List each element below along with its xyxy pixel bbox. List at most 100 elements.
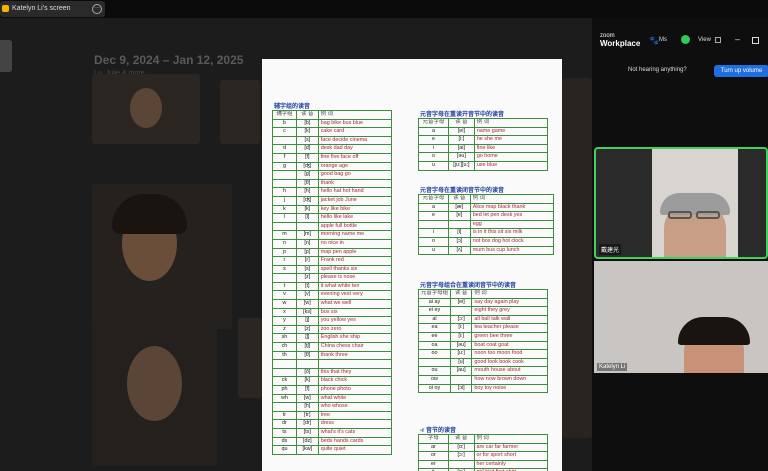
- table-cell: tea teacher please: [471, 323, 548, 333]
- table-cell: Alice map black thank: [469, 202, 555, 213]
- table-cell: b: [272, 118, 297, 129]
- table-cell: not box dog hot clock: [469, 236, 555, 247]
- view-grid-icon[interactable]: [715, 37, 721, 43]
- screen-share-tab[interactable]: Katelyn Li's screen ···: [0, 1, 105, 17]
- table-cell: th: [272, 350, 297, 361]
- table-cell: use blue: [473, 160, 549, 171]
- table-cell: [i:]: [449, 323, 473, 333]
- table-row: tr [tr] tree: [272, 410, 393, 421]
- table-header-cell: 读 音: [295, 110, 319, 120]
- table-cell: zoo zero: [317, 324, 393, 335]
- participant-video-2[interactable]: Katelyn Li: [594, 261, 768, 373]
- table-cell: ow: [418, 374, 451, 385]
- table-header-cell: 读 音: [447, 434, 475, 444]
- table-row: er her certainly: [418, 459, 549, 470]
- background-face: [130, 88, 162, 128]
- maximize-icon[interactable]: [752, 37, 759, 44]
- table-cell: u: [418, 160, 449, 171]
- table-cell: bed let pen desk yes: [469, 211, 555, 221]
- table-header-row: 元音字母组读 音例 词: [418, 289, 548, 299]
- table-header-cell: 例 词: [473, 118, 549, 128]
- table-cell: mouth house about: [471, 366, 548, 376]
- table-cell: fine like: [473, 143, 549, 154]
- table-cell: w: [272, 299, 297, 309]
- table-cell: sh: [272, 333, 297, 344]
- table-row: z [z] zoo zero: [272, 324, 393, 335]
- table-cell: evening vest very: [317, 290, 393, 301]
- background-photo: [220, 80, 260, 144]
- table-cell: [θ]: [295, 178, 319, 189]
- background-photo: [92, 326, 217, 466]
- paw-avatar-icon[interactable]: 🐾: [649, 36, 659, 45]
- table-cell: [295, 221, 319, 232]
- table-cell: [au]: [449, 366, 473, 376]
- table-row: i [i] is in it this sit six milk: [418, 228, 555, 238]
- table-header-cell: 例 词: [317, 110, 393, 120]
- table-cell: boat coat goat: [471, 340, 548, 351]
- table-cell: [t]: [295, 281, 319, 292]
- table-cell: [z]: [295, 324, 319, 335]
- table-cell: y: [272, 316, 297, 326]
- table-row: or [ɔ:] or for sport short: [418, 451, 549, 461]
- table-cell: how now brown down: [471, 374, 548, 385]
- table-cell: [dz]: [295, 436, 319, 447]
- table-cell: good bag go: [317, 170, 393, 180]
- table-row: ea [i:] tea teacher please: [418, 323, 548, 333]
- table-cell: [i]: [447, 228, 471, 238]
- table-row: w [w] what we well: [272, 299, 393, 309]
- closed-vowels-title: 元音字母在重读闭音节中的读音: [420, 188, 505, 194]
- table-cell: qu: [272, 445, 297, 455]
- table-cell: ea: [418, 323, 451, 333]
- table-cell: [e]: [447, 211, 471, 221]
- table-cell: quite quiet: [317, 445, 393, 455]
- table-cell: a: [418, 126, 449, 137]
- view-button[interactable]: View: [698, 37, 711, 43]
- consonants-table: 辅字组读 音例 词 b [b] bag bike bus blue c [k] cake c…: [272, 110, 393, 455]
- table-row: [272, 359, 393, 369]
- security-shield-icon[interactable]: [681, 35, 690, 44]
- table-cell: [k]: [295, 204, 319, 215]
- table-cell: [447, 219, 471, 230]
- table-cell: spell thanks six: [317, 264, 393, 275]
- table-cell: ar: [418, 442, 449, 453]
- table-cell: h: [272, 187, 297, 197]
- glasses-icon: [696, 211, 720, 219]
- table-cell: [ʤ]: [295, 161, 319, 172]
- participant-video-1[interactable]: 戴建光: [594, 147, 768, 259]
- minimize-icon[interactable]: –: [735, 34, 740, 44]
- table-cell: ai ay: [418, 297, 451, 308]
- more-options-icon[interactable]: ···: [92, 4, 102, 14]
- zoom-workplace-logo: zoom Workplace: [600, 32, 640, 48]
- table-cell: apple full bottle: [317, 221, 393, 232]
- table-cell: v: [272, 290, 297, 301]
- table-cell: [l]: [295, 213, 319, 223]
- user-initials[interactable]: Ms: [659, 37, 667, 43]
- table-header-cell: 读 音: [447, 118, 475, 128]
- table-cell: [272, 135, 297, 146]
- participant-name: Katelyn Li: [597, 363, 628, 371]
- table-row: oo [u:] noon too moon food: [418, 349, 548, 359]
- table-row: k [k] key like bike: [272, 204, 393, 215]
- table-cell: [k]: [295, 127, 319, 137]
- turn-up-volume-button[interactable]: Turn up volume: [714, 65, 768, 77]
- table-cell: [s]: [295, 135, 319, 146]
- table-cell: [u:]: [449, 349, 473, 359]
- table-cell: jacket job June: [317, 195, 393, 206]
- table-cell: n: [272, 238, 297, 249]
- table-cell: [tʃ]: [295, 342, 319, 352]
- table-cell: is in it this sit six milk: [469, 228, 555, 238]
- table-cell: p: [272, 247, 297, 258]
- table-row: a [ei] name game: [418, 126, 549, 137]
- table-row: ch [tʃ] China chess chair: [272, 342, 393, 352]
- table-row: e [i:] he she me: [418, 135, 549, 145]
- table-cell: o: [418, 152, 449, 162]
- table-row: y [j] you yellow yes: [272, 316, 393, 326]
- table-cell: f: [272, 152, 297, 163]
- table-cell: all ball talk wall: [471, 314, 548, 325]
- r-syllables-title: -r 音节的读音: [420, 428, 457, 434]
- table-row: [s] face decide cinema: [272, 135, 393, 146]
- table-row: [ð] this that they: [272, 367, 393, 378]
- table-row: dr [dr] dress: [272, 419, 393, 429]
- table-cell: [295, 359, 319, 369]
- side-handle[interactable]: [0, 40, 12, 72]
